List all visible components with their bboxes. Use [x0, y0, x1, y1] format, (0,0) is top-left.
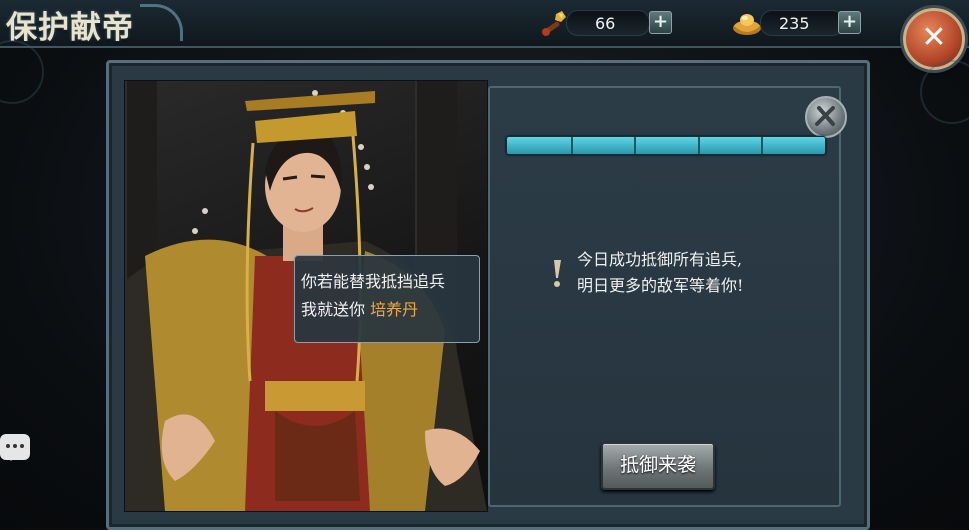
chat-dot	[20, 444, 24, 448]
gold-ingot-icon	[731, 8, 763, 38]
progress-divider	[634, 137, 636, 154]
medal-icon	[805, 96, 847, 138]
progress-divider	[761, 137, 763, 154]
chat-button[interactable]	[0, 434, 30, 461]
top-bar: 保护献帝 66 + 235 +	[0, 0, 969, 48]
stamina-value: 66	[595, 14, 616, 33]
left-ornament	[0, 40, 44, 104]
reward-item-name: 培养丹	[370, 300, 419, 319]
speech-line-1: 你若能替我抵挡追兵	[301, 272, 446, 291]
progress-divider	[698, 137, 700, 154]
close-icon: ✕	[921, 20, 947, 55]
defend-button[interactable]: 抵御来袭	[601, 442, 715, 490]
progress-divider	[571, 137, 573, 154]
right-ornament	[920, 60, 969, 124]
chat-dot	[13, 444, 17, 448]
add-gold-button[interactable]: +	[838, 11, 861, 34]
gold-value: 235	[779, 14, 810, 33]
add-stamina-button[interactable]: +	[649, 11, 672, 34]
speech-line-2-prefix: 我就送你	[301, 300, 366, 319]
status-line-1: 今日成功抵御所有追兵,	[577, 250, 743, 269]
title-ornament	[140, 4, 183, 41]
status-message: 今日成功抵御所有追兵, 明日更多的敌军等着你!	[577, 247, 743, 299]
exclamation-icon	[554, 260, 561, 287]
speech-text: 你若能替我抵挡追兵 我就送你 培养丹	[301, 268, 445, 324]
page-title: 保护献帝	[6, 10, 134, 46]
status-line-2: 明日更多的敌军等着你!	[577, 276, 744, 295]
defense-progress-bar	[506, 136, 826, 155]
stamina-counter: 66	[566, 10, 650, 36]
speech-line-2: 我就送你 培养丹	[301, 296, 445, 324]
gold-counter: 235	[760, 10, 844, 36]
chat-dot	[6, 444, 10, 448]
